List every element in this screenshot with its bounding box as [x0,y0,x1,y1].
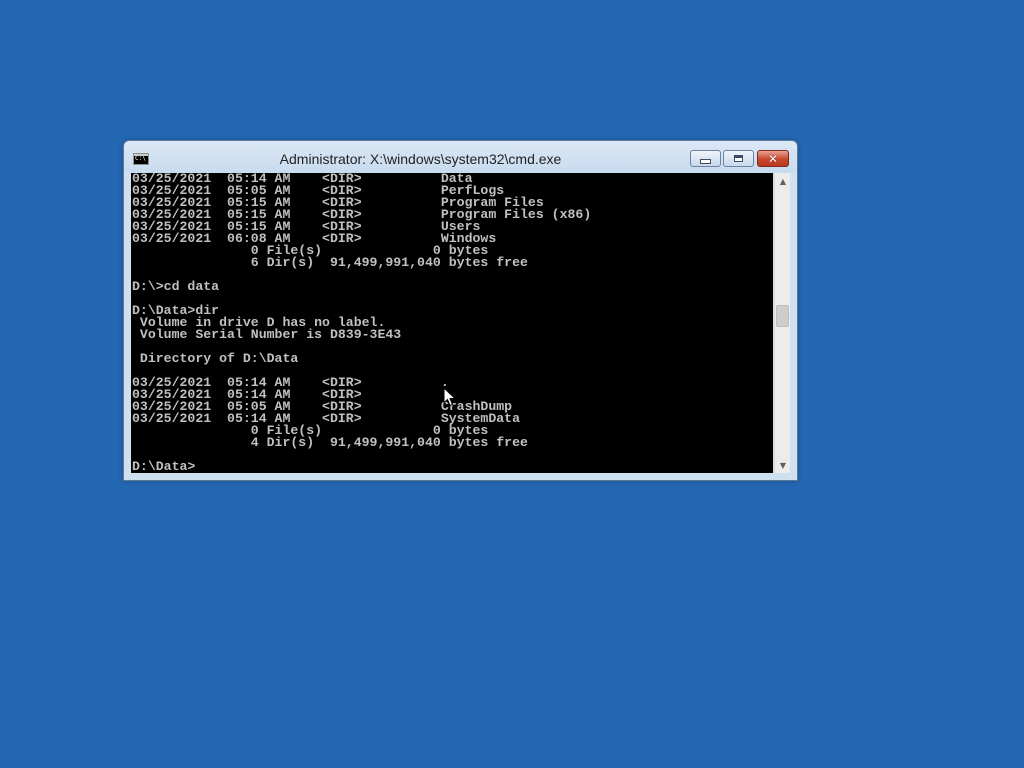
maximize-button[interactable] [723,150,754,167]
console-line: 6 Dir(s) 91,499,991,040 bytes free [132,255,528,270]
title-bar[interactable]: C:\ Administrator: X:\windows\system32\c… [124,141,797,173]
minimize-icon [700,158,711,164]
console-line: D:\>cd data [132,279,220,294]
window-title: Administrator: X:\windows\system32\cmd.e… [279,151,562,167]
console-text: 03/25/2021 05:14 AM <DIR> Data 03/25/2021… [132,173,591,473]
console-output[interactable]: 03/25/2021 05:14 AM <DIR> Data 03/25/2021… [131,173,773,473]
scroll-up-arrow-icon[interactable]: ▲ [775,173,791,189]
mouse-pointer-icon [443,387,457,407]
minimize-button[interactable] [690,150,721,167]
scroll-down-arrow-icon[interactable]: ▼ [775,457,791,473]
vertical-scrollbar[interactable]: ▲ ▼ [774,173,790,473]
close-icon: ✕ [767,151,779,166]
console-line: Directory of D:\Data [132,351,299,366]
maximize-icon [734,155,743,162]
console-line: D:\Data> [132,459,196,473]
close-button[interactable]: ✕ [757,150,789,167]
console-line: Volume Serial Number is D839-3E43 [132,327,402,342]
scroll-thumb[interactable] [776,305,789,327]
console-line: 4 Dir(s) 91,499,991,040 bytes free [132,435,528,450]
cmd-window[interactable]: C:\ Administrator: X:\windows\system32\c… [123,140,798,481]
